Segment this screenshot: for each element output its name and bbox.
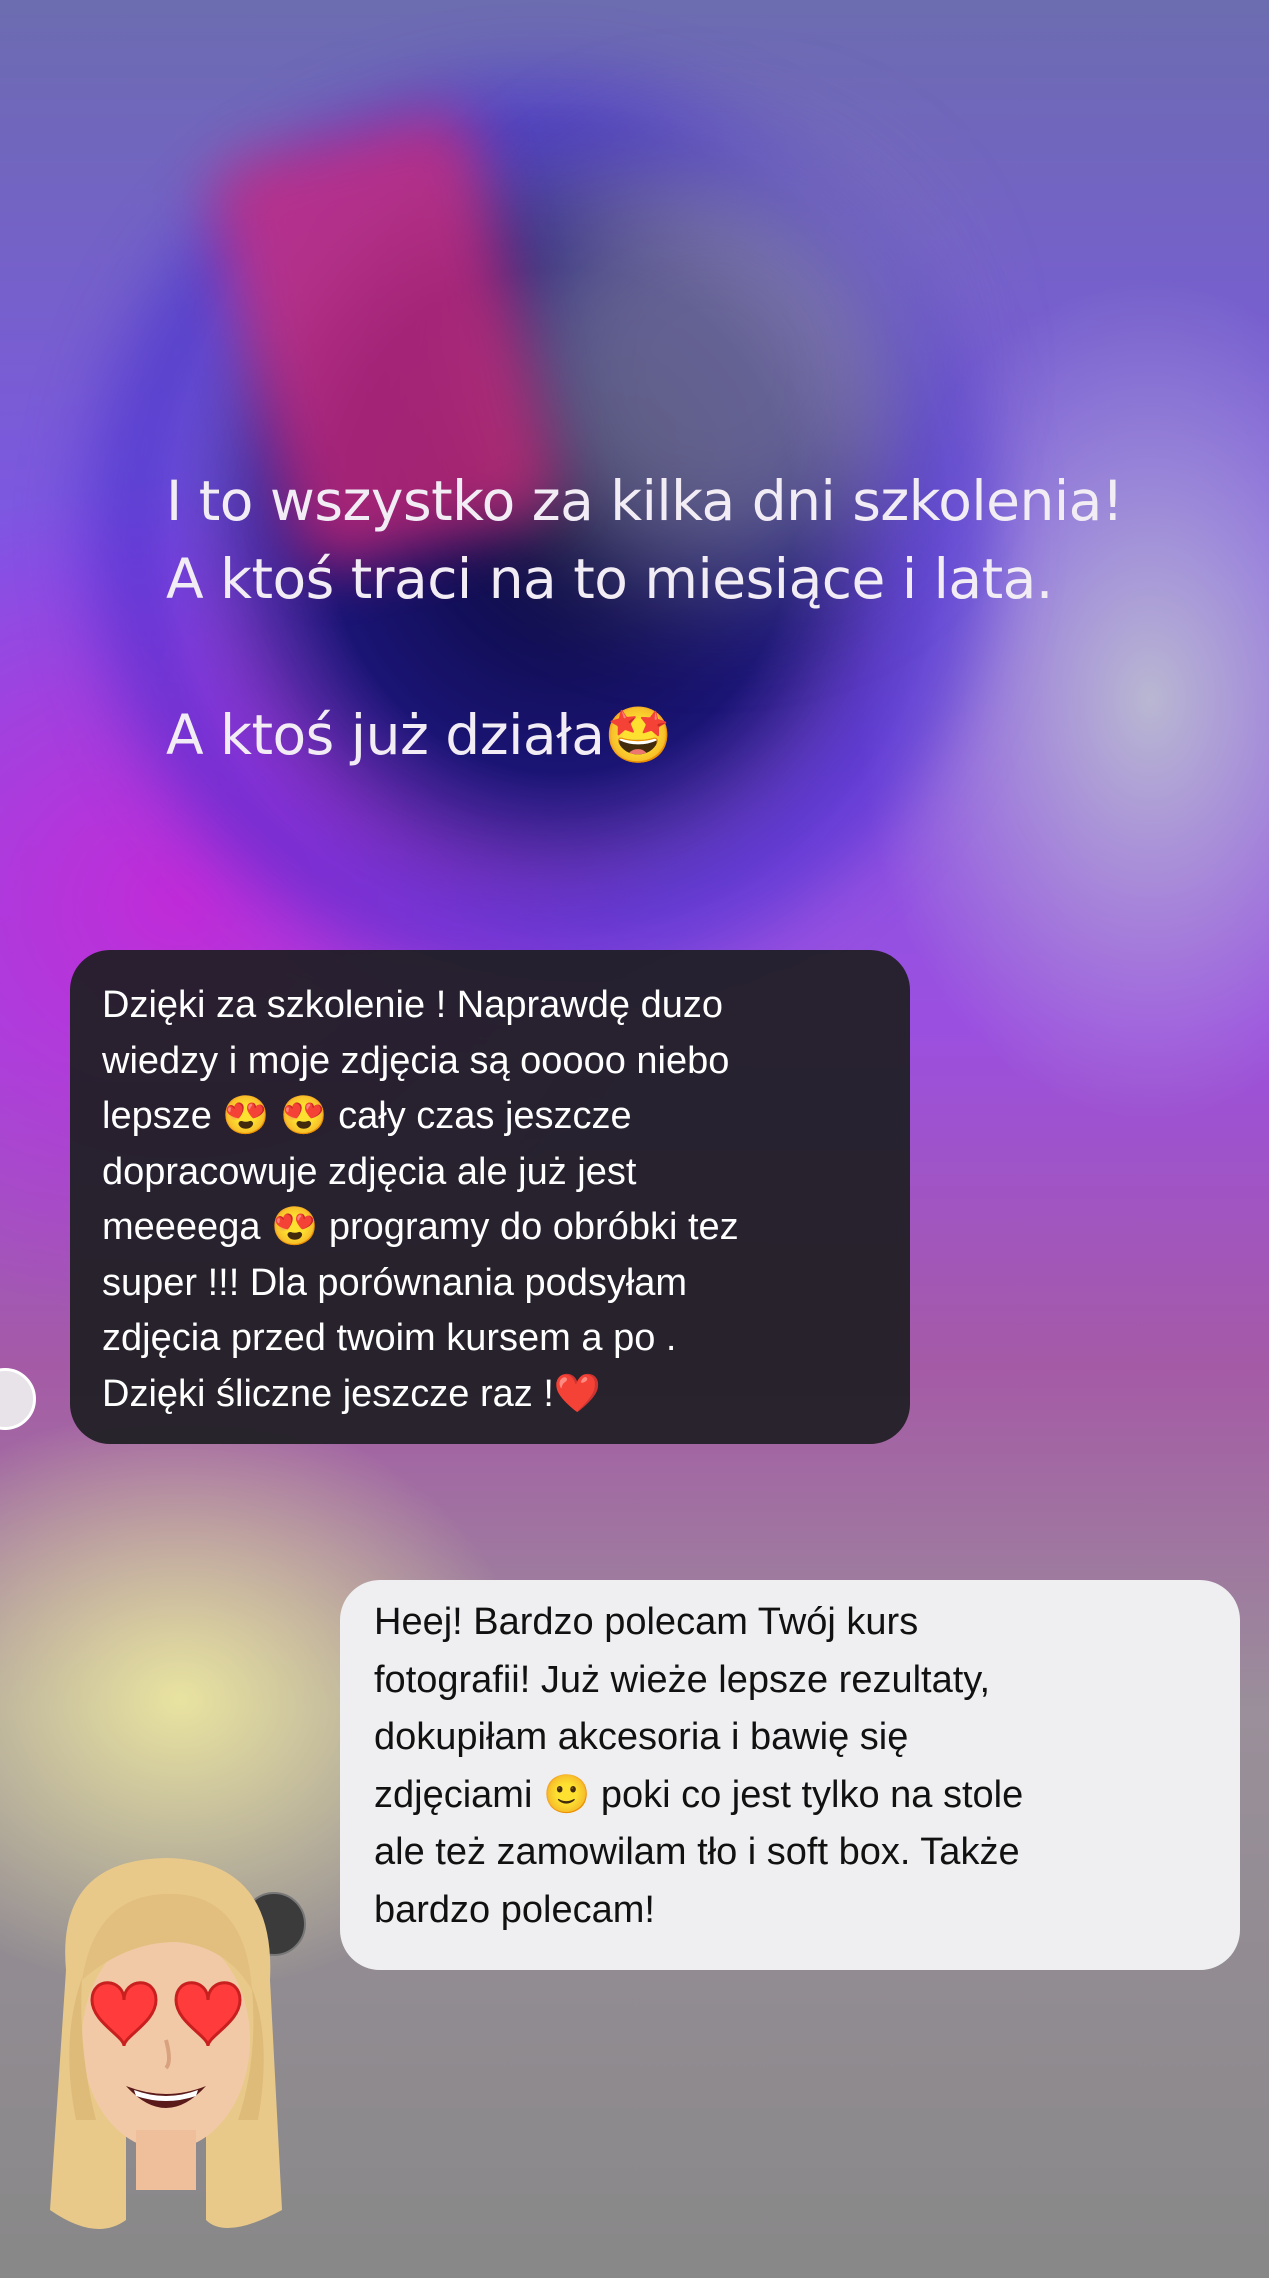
reply-message-line: dokupiłam akcesoria i bawię się bbox=[374, 1716, 909, 1758]
received-message-line: meeeega 😍 programy do obróbki tez bbox=[102, 1206, 739, 1248]
story-caption-line-3: A ktoś już działa🤩 bbox=[166, 703, 673, 767]
received-message-line: Dzięki za szkolenie ! Naprawdę duzo bbox=[102, 984, 723, 1026]
heart-eyes-memoji-sticker bbox=[50, 1858, 282, 2229]
received-message-line: super !!! Dla porównania podsyłam bbox=[102, 1261, 688, 1304]
received-message-bubble: Dzięki za szkolenie ! Naprawdę duzo wied… bbox=[70, 950, 910, 1444]
received-message-line: zdjęcia przed twoim kursem a po . bbox=[102, 1317, 677, 1359]
received-message-line: lepsze 😍 😍 cały czas jeszcze bbox=[102, 1095, 632, 1137]
reply-message-line: ale też zamowilam tło i soft box. Także bbox=[374, 1831, 1020, 1873]
reply-message-bubble: Heej! Bardzo polecam Twój kurs fotografi… bbox=[340, 1580, 1240, 1970]
reply-message-line: bardzo polecam! bbox=[374, 1888, 655, 1931]
sender-avatar bbox=[0, 1368, 36, 1430]
reply-message-line: fotografii! Już wieże lepsze rezultaty, bbox=[374, 1658, 991, 1701]
story-caption-spacer bbox=[166, 618, 1226, 696]
story-caption-line-2: A ktoś traci na to miesiące i lata. bbox=[166, 547, 1053, 611]
received-message-line: dopracowuje zdjęcia ale już jest bbox=[102, 1150, 637, 1193]
reply-message-line: Heej! Bardzo polecam Twój kurs bbox=[374, 1601, 919, 1643]
received-message-line: wiedzy i moje zdjęcia są ooooo niebo bbox=[102, 1039, 730, 1082]
story-caption-line-1: I to wszystko za kilka dni szkolenia! bbox=[166, 469, 1124, 533]
received-message-line: Dzięki śliczne jeszcze raz !❤️ bbox=[102, 1372, 602, 1415]
reply-message-line: zdjęciami 🙂 poki co jest tylko na stole bbox=[374, 1773, 1024, 1816]
story-caption: I to wszystko za kilka dni szkolenia! A … bbox=[166, 462, 1226, 774]
